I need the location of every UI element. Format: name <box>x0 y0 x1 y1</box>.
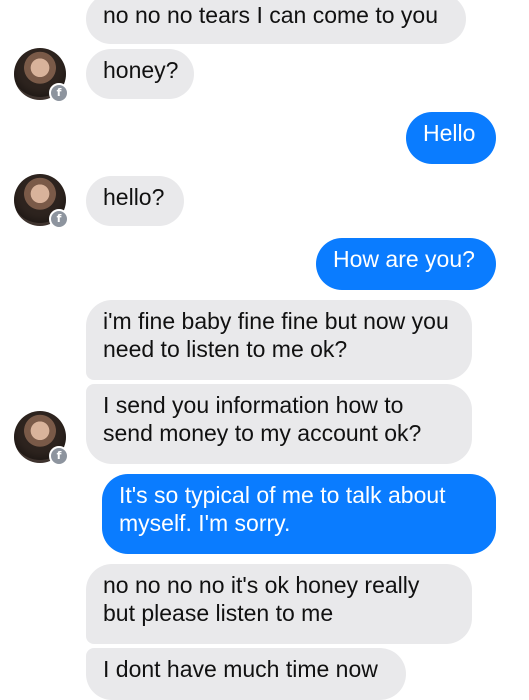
message-bubble-incoming[interactable]: i'm fine baby fine fine but now you need… <box>86 300 472 380</box>
facebook-badge-icon: f <box>49 83 69 103</box>
message-bubble-incoming[interactable]: no no no tears I can come to you <box>86 0 466 44</box>
facebook-badge-icon: f <box>49 209 69 229</box>
message-bubble-outgoing[interactable]: It's so typical of me to talk about myse… <box>102 474 496 554</box>
message-bubble-outgoing[interactable]: How are you? <box>316 238 496 290</box>
contact-avatar[interactable]: f <box>14 411 69 466</box>
message-bubble-incoming[interactable]: hello? <box>86 176 184 226</box>
message-bubble-incoming[interactable]: honey? <box>86 49 194 99</box>
message-bubble-incoming[interactable]: I dont have much time now <box>86 648 406 700</box>
message-bubble-incoming[interactable]: no no no no it's ok honey really but ple… <box>86 564 472 644</box>
message-bubble-incoming[interactable]: I send you information how to send money… <box>86 384 472 464</box>
contact-avatar[interactable]: f <box>14 174 69 229</box>
contact-avatar[interactable]: f <box>14 48 69 103</box>
message-bubble-outgoing[interactable]: Hello <box>406 112 496 164</box>
facebook-badge-icon: f <box>49 446 69 466</box>
